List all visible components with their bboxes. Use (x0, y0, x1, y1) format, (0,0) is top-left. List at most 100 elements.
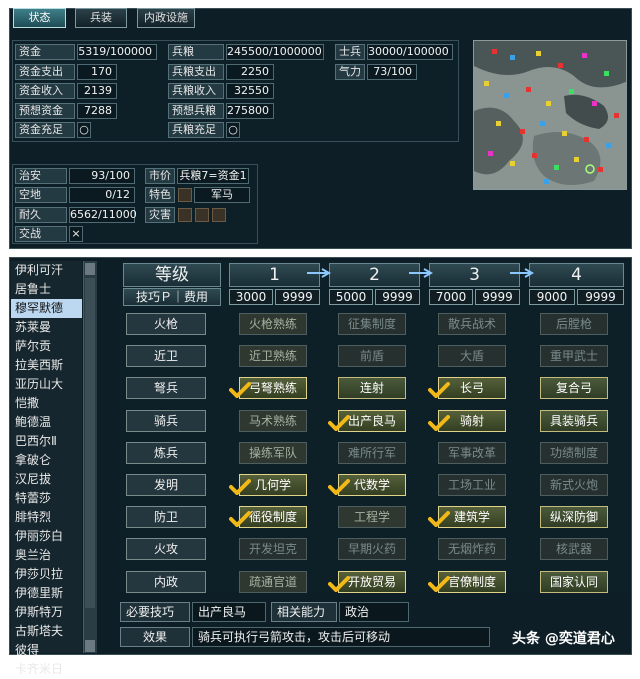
skill-button[interactable]: 建筑学 (438, 506, 506, 529)
ruler-list-item[interactable]: 特蕾莎 (11, 489, 82, 508)
unit-type-label: 防卫 (126, 506, 206, 529)
skill-button[interactable]: 开放贸易 (338, 570, 406, 593)
funds-label: 资金 (15, 44, 75, 60)
level-header: 等级 (123, 263, 221, 287)
skill-button[interactable]: 工场工业 (438, 474, 506, 496)
skill-button[interactable]: 马术熟练 (239, 409, 307, 432)
level-2-header: 2 (329, 263, 420, 287)
unit-type-label: 发明 (126, 474, 206, 496)
skill-button[interactable]: 早期火药 (338, 538, 406, 561)
plague-icon (178, 208, 192, 222)
skill-button[interactable]: 复合弓 (540, 377, 608, 400)
ruler-list-item[interactable]: 伊莎贝拉 (11, 565, 82, 584)
skill-button[interactable]: 火枪熟练 (239, 313, 307, 335)
food-est-value: 275800 (226, 103, 274, 119)
skill-button[interactable]: 国家认同 (540, 570, 608, 593)
skill-button[interactable]: 军事改革 (438, 441, 506, 464)
related-ability-value: 政治 (339, 602, 409, 622)
ruler-list-item[interactable]: 拿破仑 (11, 451, 82, 470)
land-value: 0/12 (69, 187, 135, 203)
morale-label: 气力 (335, 64, 365, 80)
skill-button[interactable]: 纵深防御 (540, 506, 608, 529)
skill-button[interactable]: 工程学 (338, 506, 406, 529)
skill-button[interactable]: 开发坦克 (239, 538, 307, 561)
soldiers-value: 30000/100000 (367, 44, 453, 60)
scroll-up-icon[interactable] (85, 263, 95, 275)
skill-button[interactable]: 弓弩熟练 (239, 377, 307, 400)
ruler-list-item[interactable]: 奥兰治 (11, 546, 82, 565)
ruler-list-item[interactable]: 伊丽莎白 (11, 527, 82, 546)
ruler-list-item[interactable]: 拉美西斯 (11, 356, 82, 375)
ruler-list-item[interactable]: 卡齐米日 (11, 660, 82, 679)
skill-button[interactable]: 无烟炸药 (438, 538, 506, 561)
ruler-list-item[interactable]: 古斯塔夫 (11, 622, 82, 641)
morale-value: 73/100 (367, 64, 417, 80)
ruler-list-item[interactable]: 萨尔贡 (11, 337, 82, 356)
skill-button[interactable]: 功绩制度 (540, 441, 608, 464)
skill-button[interactable]: 近卫熟练 (239, 345, 307, 368)
ruler-list-item[interactable]: 伊德里斯 (11, 584, 82, 603)
skill-button[interactable]: 疏通官道 (239, 570, 307, 593)
food-in-value: 32550 (226, 83, 274, 99)
panel-separator (0, 249, 640, 257)
skill-button[interactable]: 官僚制度 (438, 570, 506, 593)
funds-value: 5319/100000 (77, 44, 157, 60)
skill-button[interactable]: 征集制度 (338, 313, 406, 335)
skill-button[interactable]: 出产良马 (338, 409, 406, 432)
required-skill-label: 必要技巧 (120, 602, 190, 622)
ruler-list-item[interactable]: 鲍德温 (11, 413, 82, 432)
world-minimap[interactable] (473, 40, 627, 190)
ruler-list-item[interactable]: 彼得 (11, 641, 82, 660)
skill-button[interactable]: 操练军队 (239, 441, 307, 464)
skill-button[interactable]: 几何学 (239, 474, 307, 496)
funds-ok-label: 资金充足 (15, 122, 75, 138)
skill-button[interactable]: 大盾 (438, 345, 506, 368)
ruler-list-item[interactable]: 伊利可汗 (11, 261, 82, 280)
scroll-thumb[interactable] (85, 278, 95, 608)
ruler-list-item[interactable]: 恺撒 (11, 394, 82, 413)
level-3-cost: 9999 (475, 289, 520, 305)
funds-est-label: 预想资金 (15, 103, 75, 119)
durability-value: 6562/11000 (69, 207, 137, 223)
ruler-list[interactable]: 伊利可汗 居鲁士 穆罕默德 苏莱曼 萨尔贡 拉美西斯 亚历山大 恺撒 鲍德温 巴西尔Ⅱ 拿破仑 汉尼拔… (11, 261, 82, 676)
effect-label: 效果 (120, 627, 190, 647)
funds-out-label: 资金支出 (15, 64, 75, 80)
level-3-points: 7000 (429, 289, 473, 305)
scroll-down-icon[interactable] (85, 640, 95, 652)
unit-type-label: 近卫 (126, 345, 206, 368)
land-label: 空地 (15, 187, 67, 203)
ruler-list-item[interactable]: 亚历山大 (11, 375, 82, 394)
skill-button[interactable]: 长弓 (438, 377, 506, 400)
level-4-cost: 9999 (577, 289, 624, 305)
skill-button[interactable]: 代数学 (338, 474, 406, 496)
skill-button[interactable]: 散兵战术 (438, 313, 506, 335)
skill-button[interactable]: 连射 (338, 377, 406, 400)
ruler-list-item[interactable]: 居鲁士 (11, 280, 82, 299)
skill-button[interactable]: 新式火炮 (540, 474, 608, 496)
ruler-list-item[interactable]: 穆罕默德 (11, 299, 82, 318)
feature-value: 军马 (194, 187, 250, 203)
skill-button[interactable]: 骑射 (438, 409, 506, 432)
tab-equipment[interactable]: 兵装 (75, 8, 127, 28)
skill-button[interactable]: 具装骑兵 (540, 409, 608, 432)
ruler-list-item[interactable]: 腓特烈 (11, 508, 82, 527)
level-3-header: 3 (429, 263, 520, 287)
ruler-list-item[interactable]: 伊斯特万 (11, 603, 82, 622)
order-label: 治安 (15, 168, 67, 184)
skill-button[interactable]: 徭役制度 (239, 506, 307, 529)
ruler-list-item[interactable]: 汉尼拔 (11, 470, 82, 489)
level-1-cost: 9999 (275, 289, 320, 305)
food-est-label: 预想兵粮 (168, 103, 224, 119)
tab-facilities[interactable]: 内政设施 (137, 8, 195, 28)
effect-value: 骑兵可执行弓箭攻击，攻击后可移动 (192, 627, 490, 647)
horse-icon (178, 188, 192, 202)
skill-button[interactable]: 后膛枪 (540, 313, 608, 335)
skill-button[interactable]: 前盾 (338, 345, 406, 368)
skill-button[interactable]: 重甲武士 (540, 345, 608, 368)
skill-button[interactable]: 核武器 (540, 538, 608, 561)
feature-label: 特色 (145, 187, 175, 203)
ruler-list-item[interactable]: 巴西尔Ⅱ (11, 432, 82, 451)
tab-status[interactable]: 状态 (13, 8, 66, 28)
ruler-list-item[interactable]: 苏莱曼 (11, 318, 82, 337)
skill-button[interactable]: 难所行军 (338, 441, 406, 464)
